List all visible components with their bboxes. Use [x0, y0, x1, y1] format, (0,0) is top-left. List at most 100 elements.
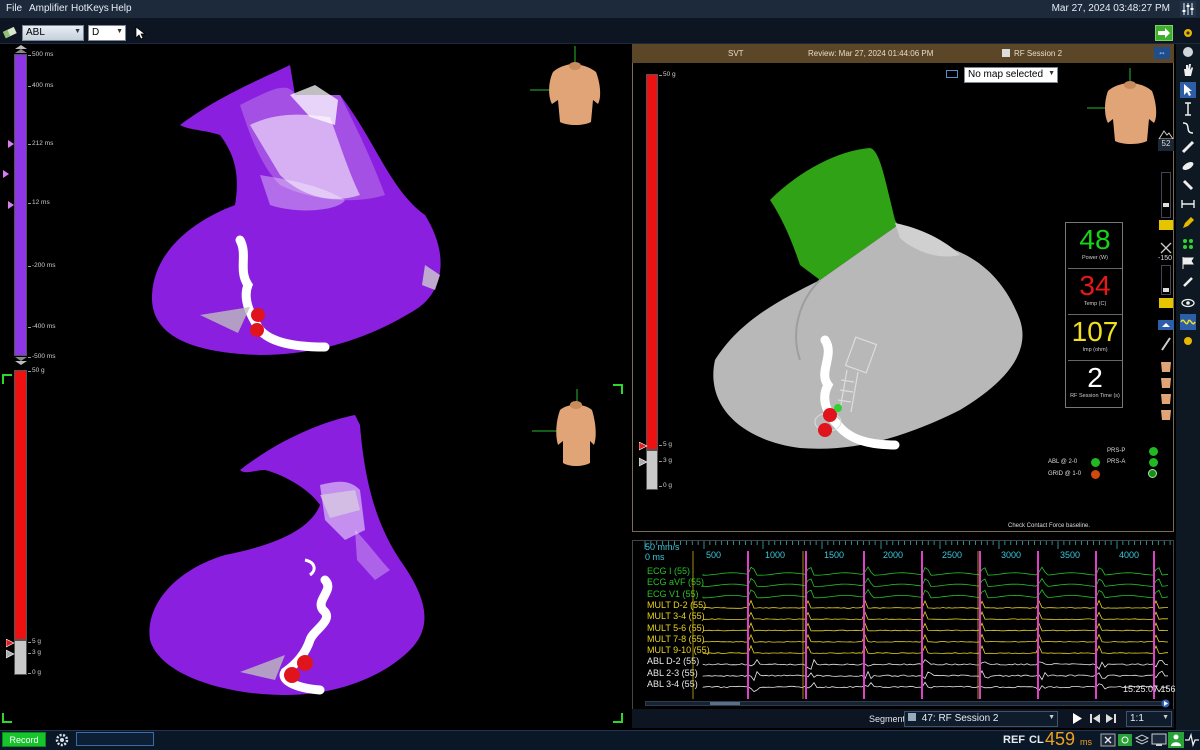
catheter-view-icon[interactable]	[1158, 336, 1174, 352]
target-icon[interactable]	[1117, 732, 1133, 748]
torso-view-icon[interactable]	[1158, 358, 1174, 374]
window-marker[interactable]	[8, 201, 14, 209]
scroll-up-icon[interactable]	[14, 45, 28, 54]
session-icon	[1002, 49, 1010, 57]
step-back-icon[interactable]	[1088, 711, 1102, 726]
force-threshold-markers[interactable]	[639, 442, 648, 468]
view-corner	[613, 713, 623, 723]
session-time-value: 2	[1066, 363, 1124, 393]
close-box-icon[interactable]	[1100, 732, 1116, 748]
pointer-tool-icon[interactable]	[1180, 82, 1196, 98]
mode-select[interactable]: D ▼	[88, 25, 126, 41]
ecg-trace	[703, 635, 1168, 643]
eye-icon[interactable]	[1180, 295, 1196, 311]
record-button[interactable]: Record	[2, 732, 46, 747]
menu-amplifier[interactable]: Amplifier	[29, 3, 68, 14]
review-map[interactable]	[700, 140, 1030, 460]
prs-a-label: PRS-A	[1107, 459, 1125, 465]
force-tick: 5 g	[663, 441, 672, 448]
force-tick: 50 g	[32, 367, 45, 374]
impedance-label: Imp (ohm)	[1066, 347, 1124, 353]
pen-icon[interactable]	[1180, 215, 1196, 231]
map-type-icon[interactable]	[946, 70, 958, 78]
signal-indicator[interactable]	[1148, 469, 1157, 478]
scroll-up-icon[interactable]	[1158, 320, 1174, 336]
cursor-icon[interactable]	[135, 26, 147, 40]
settings-icon[interactable]	[1180, 25, 1196, 41]
sphere-icon[interactable]	[1180, 44, 1196, 60]
scroll-right-icon[interactable]	[1161, 699, 1170, 708]
ecg-scrollbar[interactable]	[645, 701, 1165, 706]
map-select[interactable]: No map selected ▼	[964, 67, 1058, 83]
temp-label: Temp (C)	[1066, 301, 1124, 307]
chevron-down-icon: ▼	[74, 28, 81, 35]
measure-icon[interactable]	[1180, 196, 1196, 212]
ecg-trace	[703, 601, 1168, 609]
note-input[interactable]	[76, 732, 154, 746]
time-tick: 12 ms	[32, 199, 50, 206]
catheter-select[interactable]: ABL ▼	[22, 25, 84, 41]
swap-icon[interactable]: ⇔	[1154, 47, 1170, 59]
force-tick: 0 g	[32, 669, 41, 676]
chevron-down-icon: ▼	[1162, 714, 1169, 721]
torso-view-icon[interactable]	[1158, 406, 1174, 422]
scrollbar-thumb[interactable]	[710, 702, 740, 705]
play-icon[interactable]	[1070, 711, 1084, 726]
menu-hotkeys[interactable]: HotKeys	[71, 3, 109, 14]
ellipse-tool-icon[interactable]	[1180, 158, 1196, 174]
grid-dots-icon[interactable]	[1180, 236, 1196, 252]
opacity-slider[interactable]	[1161, 172, 1171, 218]
menu-help[interactable]: Help	[111, 3, 132, 14]
torso-view-icon[interactable]	[1158, 390, 1174, 406]
brush-icon[interactable]	[1180, 177, 1196, 193]
waveform-icon[interactable]	[1180, 314, 1196, 330]
ecg-trace	[703, 578, 1168, 586]
divider	[1068, 314, 1122, 315]
view-corner	[2, 374, 12, 384]
scroll-down-icon[interactable]	[14, 356, 28, 365]
abl-status-label: ABL @ 2-0	[1048, 459, 1077, 465]
flag-icon[interactable]	[1180, 255, 1196, 271]
gear-icon[interactable]	[55, 733, 69, 747]
monitor-icon[interactable]	[1151, 732, 1167, 748]
orientation-torso-icon[interactable]	[528, 42, 618, 132]
curve-tool-icon[interactable]	[1180, 120, 1196, 136]
reference-marker[interactable]	[3, 170, 9, 178]
activation-map-lower[interactable]	[145, 410, 435, 700]
ratio-select[interactable]: 1:1 ▼	[1126, 711, 1172, 727]
text-cursor-icon[interactable]	[1180, 101, 1196, 117]
ecg-icon[interactable]	[1184, 732, 1200, 748]
menu-file[interactable]: File	[6, 3, 22, 14]
color-swatch[interactable]	[1159, 298, 1173, 308]
threshold-slider[interactable]	[1161, 265, 1171, 295]
scissors-icon[interactable]	[1158, 240, 1174, 256]
ecg-trace	[703, 567, 1168, 575]
force-threshold-markers[interactable]	[6, 639, 15, 659]
impedance-value: 107	[1066, 317, 1124, 347]
hand-icon[interactable]	[1180, 62, 1196, 78]
time-tick: 500 ms	[32, 51, 53, 58]
export-button[interactable]	[1155, 25, 1173, 41]
time-tick: 400 ms	[32, 82, 53, 89]
layers-icon[interactable]	[1134, 732, 1150, 748]
wrench-icon[interactable]	[1180, 333, 1196, 349]
color-swatch[interactable]	[1159, 220, 1173, 230]
torso-view-icon[interactable]	[1158, 374, 1174, 390]
eraser-icon[interactable]	[3, 26, 18, 40]
line-tool-icon[interactable]	[1180, 139, 1196, 155]
opacity-value: 52	[1158, 139, 1174, 151]
sliders-icon[interactable]	[1180, 1, 1196, 17]
pipette-icon[interactable]	[1180, 274, 1196, 290]
step-forward-icon[interactable]	[1104, 711, 1118, 726]
person-icon[interactable]	[1168, 732, 1184, 748]
activation-time-bar[interactable]	[14, 54, 27, 356]
prs-p-indicator	[1149, 447, 1158, 456]
window-marker[interactable]	[8, 140, 14, 148]
activation-map-upper[interactable]	[140, 55, 460, 360]
review-header: SVT Review: Mar 27, 2024 01:44:06 PM RF …	[632, 44, 1174, 63]
segment-select[interactable]: 47: RF Session 2 ▼	[904, 711, 1058, 727]
catheter-select-value: ABL	[26, 27, 45, 38]
grid-status-label: GRID @ 1-0	[1048, 471, 1081, 477]
ecg-trace	[703, 623, 1168, 631]
orientation-torso-icon[interactable]	[530, 385, 620, 475]
